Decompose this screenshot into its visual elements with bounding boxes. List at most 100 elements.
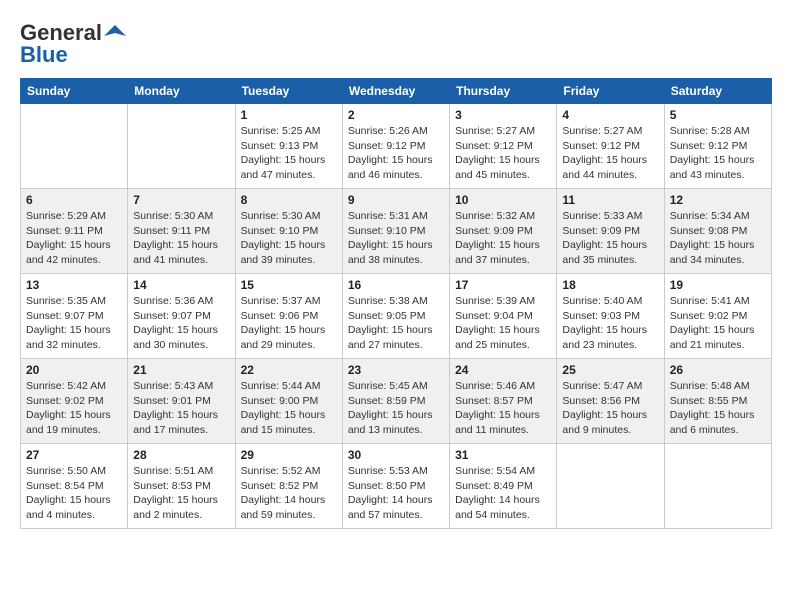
calendar-cell: 2 Sunrise: 5:26 AM Sunset: 9:12 PM Daylig… — [342, 104, 449, 189]
calendar-cell: 5 Sunrise: 5:28 AM Sunset: 9:12 PM Daylig… — [664, 104, 771, 189]
calendar-cell: 3 Sunrise: 5:27 AM Sunset: 9:12 PM Daylig… — [450, 104, 557, 189]
day-number: 19 — [670, 278, 766, 292]
calendar-cell: 25 Sunrise: 5:47 AM Sunset: 8:56 PM Dayli… — [557, 359, 664, 444]
day-info: Sunrise: 5:34 AM Sunset: 9:08 PM Dayligh… — [670, 209, 766, 268]
calendar-cell: 7Sunrise: 5:30 AM Sunset: 9:11 PM Daylig… — [128, 189, 235, 274]
day-number: 18 — [562, 278, 658, 292]
day-number: 25 — [562, 363, 658, 377]
calendar-cell — [21, 104, 128, 189]
day-info: Sunrise: 5:44 AM Sunset: 9:00 PM Dayligh… — [241, 379, 337, 438]
calendar-cell: 13 Sunrise: 5:35 AM Sunset: 9:07 PM Dayli… — [21, 274, 128, 359]
day-number: 16 — [348, 278, 444, 292]
calendar-cell: 10 Sunrise: 5:32 AM Sunset: 9:09 PM Dayli… — [450, 189, 557, 274]
calendar-week-row: 1 Sunrise: 5:25 AM Sunset: 9:13 PM Daylig… — [21, 104, 772, 189]
day-info: Sunrise: 5:30 AM Sunset: 9:11 PM Dayligh… — [133, 209, 229, 268]
day-info: Sunrise: 5:52 AM Sunset: 8:52 PM Dayligh… — [241, 464, 337, 523]
page-header: General Blue — [20, 20, 772, 68]
weekday-header-sunday: Sunday — [21, 79, 128, 104]
day-info: Sunrise: 5:30 AM Sunset: 9:10 PM Dayligh… — [241, 209, 337, 268]
day-info: Sunrise: 5:35 AM Sunset: 9:07 PM Dayligh… — [26, 294, 122, 353]
day-number: 29 — [241, 448, 337, 462]
day-info: Sunrise: 5:39 AM Sunset: 9:04 PM Dayligh… — [455, 294, 551, 353]
calendar-cell: 27Sunrise: 5:50 AM Sunset: 8:54 PM Dayli… — [21, 444, 128, 529]
calendar-cell — [557, 444, 664, 529]
calendar-week-row: 13 Sunrise: 5:35 AM Sunset: 9:07 PM Dayli… — [21, 274, 772, 359]
day-number: 6 — [26, 193, 122, 207]
calendar-cell: 9Sunrise: 5:31 AM Sunset: 9:10 PM Daylig… — [342, 189, 449, 274]
calendar-cell: 31Sunrise: 5:54 AM Sunset: 8:49 PM Dayli… — [450, 444, 557, 529]
day-info: Sunrise: 5:48 AM Sunset: 8:55 PM Dayligh… — [670, 379, 766, 438]
weekday-header-thursday: Thursday — [450, 79, 557, 104]
day-number: 15 — [241, 278, 337, 292]
day-info: Sunrise: 5:32 AM Sunset: 9:09 PM Dayligh… — [455, 209, 551, 268]
calendar-cell: 8 Sunrise: 5:30 AM Sunset: 9:10 PM Daylig… — [235, 189, 342, 274]
day-info: Sunrise: 5:45 AM Sunset: 8:59 PM Dayligh… — [348, 379, 444, 438]
day-number: 30 — [348, 448, 444, 462]
day-number: 14 — [133, 278, 229, 292]
calendar-cell: 24 Sunrise: 5:46 AM Sunset: 8:57 PM Dayli… — [450, 359, 557, 444]
day-number: 24 — [455, 363, 551, 377]
day-number: 4 — [562, 108, 658, 122]
day-info: Sunrise: 5:54 AM Sunset: 8:49 PM Dayligh… — [455, 464, 551, 523]
day-info: Sunrise: 5:27 AM Sunset: 9:12 PM Dayligh… — [455, 124, 551, 183]
calendar-cell: 21 Sunrise: 5:43 AM Sunset: 9:01 PM Dayli… — [128, 359, 235, 444]
calendar-header-row: SundayMondayTuesdayWednesdayThursdayFrid… — [21, 79, 772, 104]
calendar-cell: 22 Sunrise: 5:44 AM Sunset: 9:00 PM Dayli… — [235, 359, 342, 444]
logo: General Blue — [20, 20, 126, 68]
day-info: Sunrise: 5:38 AM Sunset: 9:05 PM Dayligh… — [348, 294, 444, 353]
calendar-cell: 18 Sunrise: 5:40 AM Sunset: 9:03 PM Dayli… — [557, 274, 664, 359]
day-number: 5 — [670, 108, 766, 122]
day-info: Sunrise: 5:37 AM Sunset: 9:06 PM Dayligh… — [241, 294, 337, 353]
calendar-cell — [664, 444, 771, 529]
day-number: 28 — [133, 448, 229, 462]
day-info: Sunrise: 5:41 AM Sunset: 9:02 PM Dayligh… — [670, 294, 766, 353]
day-info: Sunrise: 5:25 AM Sunset: 9:13 PM Dayligh… — [241, 124, 337, 183]
calendar-cell: 26 Sunrise: 5:48 AM Sunset: 8:55 PM Dayli… — [664, 359, 771, 444]
day-number: 10 — [455, 193, 551, 207]
day-number: 21 — [133, 363, 229, 377]
day-info: Sunrise: 5:33 AM Sunset: 9:09 PM Dayligh… — [562, 209, 658, 268]
day-number: 17 — [455, 278, 551, 292]
calendar-cell: 28 Sunrise: 5:51 AM Sunset: 8:53 PM Dayli… — [128, 444, 235, 529]
day-number: 3 — [455, 108, 551, 122]
day-number: 22 — [241, 363, 337, 377]
calendar-cell — [128, 104, 235, 189]
day-info: Sunrise: 5:28 AM Sunset: 9:12 PM Dayligh… — [670, 124, 766, 183]
calendar-table: SundayMondayTuesdayWednesdayThursdayFrid… — [20, 78, 772, 529]
day-number: 9 — [348, 193, 444, 207]
day-info: Sunrise: 5:26 AM Sunset: 9:12 PM Dayligh… — [348, 124, 444, 183]
day-number: 11 — [562, 193, 658, 207]
weekday-header-saturday: Saturday — [664, 79, 771, 104]
day-info: Sunrise: 5:53 AM Sunset: 8:50 PM Dayligh… — [348, 464, 444, 523]
calendar-cell: 16 Sunrise: 5:38 AM Sunset: 9:05 PM Dayli… — [342, 274, 449, 359]
weekday-header-tuesday: Tuesday — [235, 79, 342, 104]
day-info: Sunrise: 5:43 AM Sunset: 9:01 PM Dayligh… — [133, 379, 229, 438]
day-info: Sunrise: 5:27 AM Sunset: 9:12 PM Dayligh… — [562, 124, 658, 183]
calendar-cell: 6 Sunrise: 5:29 AM Sunset: 9:11 PM Daylig… — [21, 189, 128, 274]
day-info: Sunrise: 5:36 AM Sunset: 9:07 PM Dayligh… — [133, 294, 229, 353]
day-number: 13 — [26, 278, 122, 292]
day-number: 20 — [26, 363, 122, 377]
calendar-cell: 19 Sunrise: 5:41 AM Sunset: 9:02 PM Dayli… — [664, 274, 771, 359]
weekday-header-monday: Monday — [128, 79, 235, 104]
day-info: Sunrise: 5:40 AM Sunset: 9:03 PM Dayligh… — [562, 294, 658, 353]
day-number: 2 — [348, 108, 444, 122]
day-number: 1 — [241, 108, 337, 122]
calendar-cell: 30 Sunrise: 5:53 AM Sunset: 8:50 PM Dayli… — [342, 444, 449, 529]
day-info: Sunrise: 5:46 AM Sunset: 8:57 PM Dayligh… — [455, 379, 551, 438]
day-info: Sunrise: 5:29 AM Sunset: 9:11 PM Dayligh… — [26, 209, 122, 268]
calendar-cell: 23 Sunrise: 5:45 AM Sunset: 8:59 PM Dayli… — [342, 359, 449, 444]
day-number: 12 — [670, 193, 766, 207]
calendar-cell: 20Sunrise: 5:42 AM Sunset: 9:02 PM Dayli… — [21, 359, 128, 444]
day-info: Sunrise: 5:51 AM Sunset: 8:53 PM Dayligh… — [133, 464, 229, 523]
calendar-week-row: 27Sunrise: 5:50 AM Sunset: 8:54 PM Dayli… — [21, 444, 772, 529]
calendar-cell: 15 Sunrise: 5:37 AM Sunset: 9:06 PM Dayli… — [235, 274, 342, 359]
day-number: 26 — [670, 363, 766, 377]
calendar-cell: 12 Sunrise: 5:34 AM Sunset: 9:08 PM Dayli… — [664, 189, 771, 274]
day-number: 8 — [241, 193, 337, 207]
calendar-cell: 17 Sunrise: 5:39 AM Sunset: 9:04 PM Dayli… — [450, 274, 557, 359]
day-info: Sunrise: 5:47 AM Sunset: 8:56 PM Dayligh… — [562, 379, 658, 438]
logo-bird-icon — [104, 22, 126, 44]
day-number: 27 — [26, 448, 122, 462]
day-number: 23 — [348, 363, 444, 377]
